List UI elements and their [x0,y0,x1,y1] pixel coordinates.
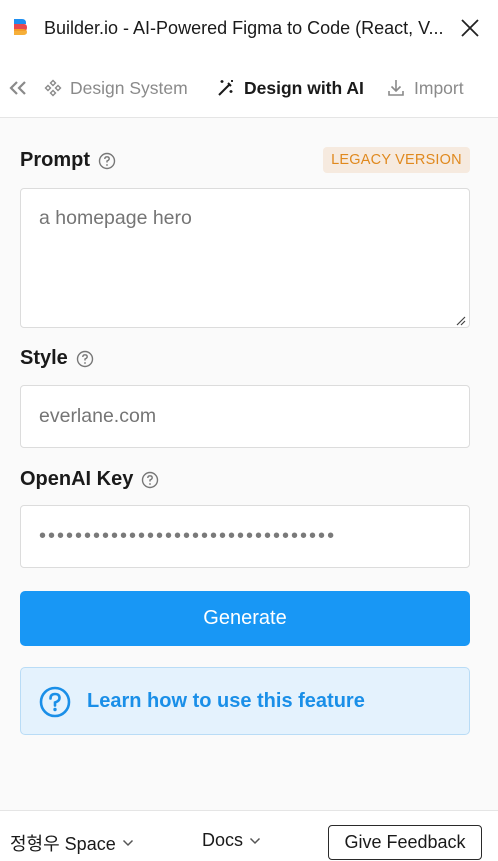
footer: 정형우 Space Docs Give Feedback [0,810,498,861]
tab-bar: Design System Design with AI Import [0,58,498,118]
prompt-label-row: Prompt [20,149,116,172]
style-label: Style [20,347,68,369]
prompt-label: Prompt [20,149,90,171]
title-bar: Builder.io - AI-Powered Figma to Code (R… [0,0,498,58]
docs-dropdown[interactable]: Docs [202,830,261,851]
help-icon[interactable] [76,350,94,368]
learn-how-text: Learn how to use this feature [87,690,365,712]
tab-label: Design System [70,77,188,98]
help-icon[interactable] [141,471,159,489]
magic-wand-icon [218,80,233,96]
tab-design-with-ai[interactable]: Design with AI [216,75,364,101]
chevron-down-icon [122,839,133,847]
style-label-row: Style [20,347,94,370]
question-circle-icon [39,686,71,718]
prompt-textarea[interactable] [20,188,470,328]
tab-label: Import [414,77,464,98]
main-content: Prompt LEGACY VERSION Style OpenAI Key G… [0,118,498,810]
give-feedback-button[interactable]: Give Feedback [328,825,482,860]
download-icon [388,80,404,96]
close-button[interactable] [456,14,484,42]
design-system-icon [44,79,62,97]
space-dropdown[interactable]: 정형우 Space [10,830,134,856]
help-icon[interactable] [98,152,116,170]
collapse-button[interactable] [6,77,30,99]
tab-design-system[interactable]: Design System [44,75,188,101]
style-input[interactable] [20,385,470,448]
double-chevron-left-icon [9,81,26,95]
legacy-version-badge: LEGACY VERSION [323,147,470,173]
tab-label: Design with AI [244,77,364,98]
close-icon [461,19,479,37]
docs-label: Docs [202,830,244,850]
generate-button[interactable]: Generate [20,591,470,646]
learn-how-link[interactable]: Learn how to use this feature [20,667,470,735]
openai-key-label-row: OpenAI Key [20,468,159,491]
window-title: Builder.io - AI-Powered Figma to Code (R… [44,18,444,38]
tab-import[interactable]: Import [386,75,464,101]
builder-logo-icon [14,19,27,35]
openai-key-label: OpenAI Key [20,468,134,490]
space-label: 정형우 Space [10,834,116,854]
openai-key-input[interactable] [20,505,470,568]
chevron-down-icon [249,837,261,844]
